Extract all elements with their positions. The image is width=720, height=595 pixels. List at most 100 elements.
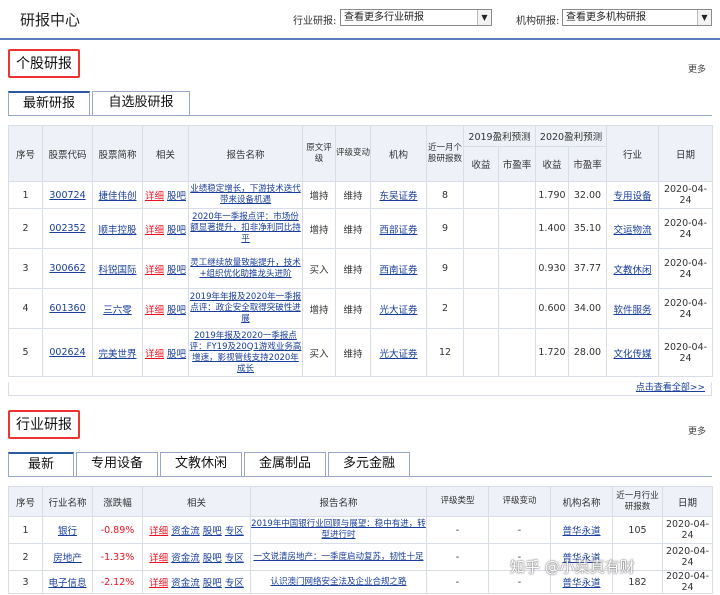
- col-forecast-2020: 2020盈利预测: [535, 125, 607, 147]
- org-link[interactable]: 普华永道: [562, 578, 600, 589]
- stock-name-link[interactable]: 捷佳伟创: [98, 191, 136, 202]
- report-link[interactable]: 灵工继续放量致能提升，技术+组织优化助推龙头进阶: [190, 258, 301, 279]
- view-all-link[interactable]: 点击查看全部>>: [636, 383, 705, 393]
- col-report: 报告名称: [188, 125, 303, 182]
- cell-seq: 3: [8, 570, 43, 594]
- report-link[interactable]: 2019年中国银行业回顾与展望：稳中有进，转型进行时: [252, 519, 426, 540]
- org-link[interactable]: 西部证券: [379, 225, 417, 236]
- fund-flow-link[interactable]: 资金流: [171, 578, 200, 589]
- org-report-select[interactable]: 查看更多机构研报 ▼: [562, 9, 712, 26]
- cell-rating-change: 维持: [335, 248, 371, 289]
- industry-name-link[interactable]: 房地产: [53, 553, 82, 564]
- detail-link[interactable]: 详细: [149, 553, 168, 564]
- zone-link[interactable]: 专区: [225, 553, 244, 564]
- stock-name-link[interactable]: 科锐国际: [98, 265, 136, 276]
- detail-link[interactable]: 详细: [145, 191, 164, 202]
- col-count: 近一月个股研报数: [426, 125, 464, 182]
- detail-link[interactable]: 详细: [145, 265, 164, 276]
- industry-link[interactable]: 交运物流: [613, 225, 651, 236]
- stock-code-link[interactable]: 601360: [49, 303, 85, 314]
- col-rating-change: 评级变动: [488, 486, 551, 517]
- detail-link[interactable]: 详细: [149, 526, 168, 537]
- tab-culture-leisure[interactable]: 文教休闲: [160, 452, 242, 476]
- detail-link[interactable]: 详细: [145, 305, 164, 316]
- col-pe-2019: 市盈率: [498, 146, 536, 182]
- tab-metal-products[interactable]: 金属制品: [244, 452, 326, 476]
- tab-latest-reports[interactable]: 最新研报: [8, 91, 90, 116]
- fund-flow-link[interactable]: 资金流: [171, 553, 200, 564]
- cell-rating-change: -: [488, 516, 551, 544]
- zone-link[interactable]: 专区: [225, 526, 244, 537]
- report-link[interactable]: 2019年年报及2020年一季报点评：政企安全取得突破性进展: [190, 292, 301, 324]
- stock-code-link[interactable]: 002624: [49, 347, 85, 358]
- bar-link[interactable]: 股吧: [167, 305, 186, 316]
- report-link[interactable]: 一文说清房地产：一季度启动复苏，韧性十足: [253, 552, 423, 562]
- stock-name-link[interactable]: 三六零: [103, 305, 132, 316]
- stock-name-link[interactable]: 顺丰控股: [98, 225, 136, 236]
- industry-name-link[interactable]: 电子信息: [48, 578, 86, 589]
- cell-seq: 3: [8, 248, 43, 289]
- stock-code-link[interactable]: 300662: [49, 263, 85, 274]
- industry-link[interactable]: 文教休闲: [613, 265, 651, 276]
- col-orig-rating: 原文评级: [302, 125, 336, 182]
- cell-change: -0.89%: [92, 516, 143, 544]
- tab-latest[interactable]: 最新: [8, 452, 74, 477]
- col-date: 日期: [658, 125, 713, 182]
- org-link[interactable]: 普华永道: [562, 526, 600, 537]
- stock-name-link[interactable]: 完美世界: [98, 349, 136, 360]
- industry-name-link[interactable]: 银行: [58, 526, 77, 537]
- tab-watchlist-reports[interactable]: 自选股研报: [92, 91, 190, 115]
- cell-income-2019: [463, 248, 499, 289]
- zone-link[interactable]: 专区: [225, 578, 244, 589]
- org-link[interactable]: 东吴证券: [379, 191, 417, 202]
- view-all-bar: 点击查看全部>>: [8, 382, 712, 396]
- industry-link[interactable]: 专用设备: [613, 191, 651, 202]
- org-link[interactable]: 西南证券: [379, 265, 417, 276]
- bar-link[interactable]: 股吧: [203, 553, 222, 564]
- industry-report-select[interactable]: 查看更多行业研报 ▼: [340, 9, 492, 26]
- org-link[interactable]: 光大证券: [379, 305, 417, 316]
- chevron-down-icon: ▼: [697, 10, 711, 25]
- cell-pe-2019: [498, 208, 536, 249]
- col-industry-name: 行业名称: [42, 486, 93, 517]
- col-related: 相关: [142, 125, 189, 182]
- bar-link[interactable]: 股吧: [203, 578, 222, 589]
- cell-orig-rating: 买入: [302, 328, 336, 377]
- cell-count: 2: [426, 288, 464, 329]
- report-link[interactable]: 2019年报及2020一季报点评：FY19及20Q1游戏业务高增速，影视管线支持…: [190, 331, 302, 374]
- org-link[interactable]: 光大证券: [379, 349, 417, 360]
- col-income-2019: 收益: [463, 146, 499, 182]
- report-link[interactable]: 2020年一季报点评：市场份额显著提升，扣非净利同比持平: [190, 212, 301, 244]
- bar-link[interactable]: 股吧: [203, 526, 222, 537]
- bar-link[interactable]: 股吧: [167, 225, 186, 236]
- detail-link[interactable]: 详细: [149, 578, 168, 589]
- fund-flow-link[interactable]: 资金流: [171, 526, 200, 537]
- detail-link[interactable]: 详细: [145, 349, 164, 360]
- stock-code-link[interactable]: 300724: [49, 190, 85, 201]
- bar-link[interactable]: 股吧: [167, 191, 186, 202]
- cell-pe-2019: [498, 288, 536, 329]
- tab-special-equipment[interactable]: 专用设备: [76, 452, 158, 476]
- col-name: 股票简称: [92, 125, 143, 182]
- org-report-label: 机构研报:: [516, 16, 560, 27]
- stock-code-link[interactable]: 002352: [49, 223, 85, 234]
- tab-diversified-finance[interactable]: 多元金融: [328, 452, 410, 476]
- bar-link[interactable]: 股吧: [167, 349, 186, 360]
- col-count: 近一月行业研报数: [612, 486, 663, 517]
- industry-link[interactable]: 文化传媒: [613, 349, 651, 360]
- cell-count: 12: [426, 328, 464, 377]
- industry-more-link[interactable]: 更多: [688, 424, 706, 437]
- stock-report-table: 序号 股票代码 股票简称 相关 报告名称 原文评级 评级变动 机构 近一月个股研…: [8, 125, 713, 377]
- detail-link[interactable]: 详细: [145, 225, 164, 236]
- report-link[interactable]: 认识澳门网络安全法及企业合规之路: [270, 577, 406, 587]
- cell-pe-2019: [498, 328, 536, 377]
- cell-date: 2020-04-24: [658, 248, 713, 289]
- cell-pe-2020: 28.00: [568, 328, 607, 377]
- col-org-name: 机构名称: [550, 486, 613, 517]
- cell-pe-2019: [498, 181, 536, 209]
- bar-link[interactable]: 股吧: [167, 265, 186, 276]
- cell-seq: 1: [8, 181, 43, 209]
- industry-link[interactable]: 软件服务: [613, 305, 651, 316]
- report-link[interactable]: 业绩稳定增长，下游技术迭代带来设备机遇: [190, 184, 301, 205]
- stock-more-link[interactable]: 更多: [688, 62, 706, 75]
